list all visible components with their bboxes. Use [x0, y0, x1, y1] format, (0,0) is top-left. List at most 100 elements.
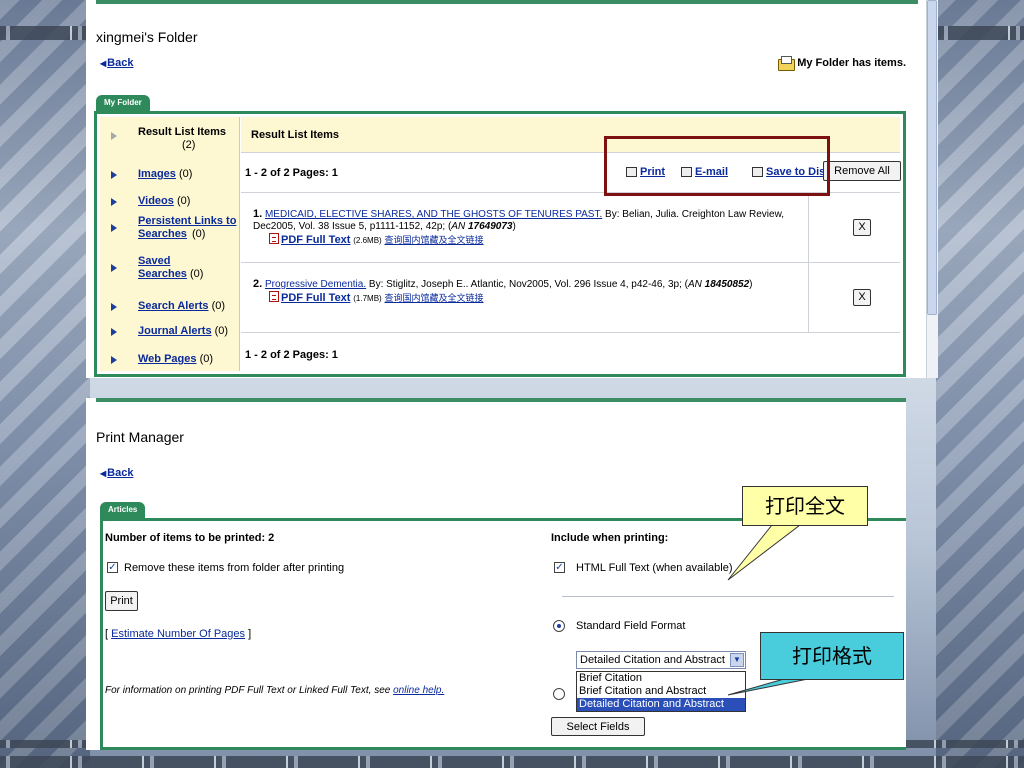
holdings-link[interactable]: 查询国内馆藏及全文链接: [384, 293, 483, 303]
pdf-full-text-link[interactable]: PDF Full Text: [281, 292, 350, 304]
film-strip-decor: [0, 26, 90, 40]
column-divider: [808, 263, 809, 333]
table-row: 1. MEDICAID, ELECTIVE SHARES, AND THE GH…: [241, 193, 900, 263]
info-text-body: For information on printing PDF Full Tex…: [105, 685, 394, 696]
folder-icon: [777, 56, 796, 71]
sidebar-item-label: Result List Items: [138, 126, 227, 138]
include-label: Include when printing:: [551, 532, 669, 544]
html-full-text-label: HTML Full Text (when available): [576, 562, 733, 574]
panel-top-rule: [96, 0, 918, 4]
sidebar-item-label[interactable]: Saved Searches: [138, 255, 188, 281]
record-title-link[interactable]: MEDICAID, ELECTIVE SHARES, AND THE GHOST…: [265, 209, 602, 220]
html-full-text-checkbox[interactable]: ✓: [554, 562, 565, 573]
folder-sidebar: Result List Items (2) Images (0) Videos …: [100, 117, 240, 371]
holdings-link[interactable]: 查询国内馆藏及全文链接: [384, 235, 483, 245]
record-citation: 2. Progressive Dementia. By: Stiglitz, J…: [253, 278, 793, 305]
triangle-icon: [111, 264, 117, 272]
citation-close: ): [512, 221, 516, 232]
remove-all-button[interactable]: Remove All: [823, 161, 901, 181]
pdf-full-text-link[interactable]: PDF Full Text: [281, 234, 350, 246]
sidebar-item-label[interactable]: Web Pages: [138, 353, 197, 365]
standard-format-radio[interactable]: [553, 620, 565, 632]
sidebar-item-persistent-links[interactable]: Persistent Links to Searches (0): [100, 215, 240, 241]
triangle-icon: [111, 356, 117, 364]
sidebar-item-web-pages[interactable]: Web Pages (0): [100, 353, 240, 365]
record-links: PDF Full Text (2.6MB) 查询国内馆藏及全文链接: [253, 233, 793, 247]
folder-status: My Folder has items.: [777, 56, 906, 71]
dropdown-option[interactable]: Brief Citation: [577, 672, 745, 685]
citation-close: ): [749, 279, 753, 290]
accession-label: AN: [687, 279, 702, 290]
record-number: 2.: [253, 278, 263, 290]
result-list-footer: 1 - 2 of 2 Pages: 1: [241, 333, 900, 375]
accession-label: AN: [451, 221, 466, 232]
sidebar-item-journal-alerts[interactable]: Journal Alerts (0): [100, 325, 240, 337]
film-strip-decor: [0, 756, 1024, 768]
tab-articles[interactable]: Articles: [100, 502, 146, 518]
background-decor-right: [936, 0, 1024, 768]
sidebar-item-videos[interactable]: Videos (0): [100, 195, 240, 207]
record-title-link[interactable]: Progressive Dementia.: [265, 279, 366, 290]
triangle-icon: [111, 198, 117, 206]
pagination-text: 1 - 2 of 2 Pages: 1: [245, 349, 338, 361]
format-select-value: Detailed Citation and Abstract: [580, 654, 725, 666]
sidebar-item-result-list[interactable]: Result List Items (2): [100, 126, 240, 151]
dropdown-option-selected[interactable]: Detailed Citation and Abstract: [577, 698, 745, 711]
remove-item-button[interactable]: X: [853, 219, 871, 236]
print-button[interactable]: Print: [105, 591, 138, 611]
back-arrow-icon: ◀: [100, 59, 107, 68]
divider: [562, 596, 894, 597]
remove-items-checkbox[interactable]: ✓: [107, 562, 118, 573]
select-fields-radio[interactable]: [553, 688, 565, 700]
callout-print-format: 打印格式: [760, 632, 904, 680]
dropdown-option[interactable]: Brief Citation and Abstract: [577, 685, 745, 698]
sidebar-item-search-alerts[interactable]: Search Alerts (0): [100, 300, 240, 312]
vertical-scrollbar[interactable]: [926, 0, 938, 378]
remove-item-button[interactable]: X: [853, 289, 871, 306]
print-manager-panel: Print Manager ◀Back Articles Number of i…: [86, 398, 906, 750]
sidebar-item-label[interactable]: Images: [138, 168, 176, 180]
online-help-link[interactable]: online help.: [393, 685, 444, 696]
tab-my-folder[interactable]: My Folder: [96, 95, 150, 111]
sidebar-item-label[interactable]: Search Alerts: [138, 300, 209, 312]
items-count-label: Number of items to be printed: 2: [105, 532, 275, 544]
record-number: 1.: [253, 208, 263, 220]
sidebar-item-label[interactable]: Journal Alerts: [138, 325, 212, 337]
callout-print-full-text: 打印全文: [742, 486, 868, 526]
sidebar-item-count: (0): [178, 168, 193, 180]
pagination-text: 1 - 2 of 2 Pages: 1: [245, 167, 338, 179]
column-divider: [808, 193, 809, 263]
record-citation-text: By: Stiglitz, Joseph E.. Atlantic, Nov20…: [366, 279, 688, 290]
sidebar-item-saved-searches[interactable]: Saved Searches (0): [100, 255, 240, 281]
panel-top-rule: [96, 398, 906, 402]
chevron-down-icon[interactable]: ▼: [730, 653, 744, 667]
record-links: PDF Full Text (1.7MB) 查询国内馆藏及全文链接: [253, 291, 793, 305]
page-title: xingmei's Folder: [96, 29, 198, 45]
triangle-icon: [111, 303, 117, 311]
estimate-pages-link[interactable]: Estimate Number Of Pages: [111, 628, 245, 640]
record-citation: 1. MEDICAID, ELECTIVE SHARES, AND THE GH…: [253, 208, 793, 247]
page-title: Print Manager: [96, 429, 184, 445]
sidebar-item-count: (2): [182, 139, 196, 151]
sidebar-item-count: (0): [214, 325, 229, 337]
sidebar-item-count: (0): [211, 300, 226, 312]
sidebar-item-count: (0): [192, 228, 206, 240]
back-link[interactable]: ◀Back: [100, 57, 133, 69]
sidebar-item-count: (0): [199, 353, 214, 365]
background-decor-left: [0, 0, 90, 768]
back-link-label: Back: [107, 57, 134, 69]
pdf-icon: [269, 233, 279, 244]
back-link[interactable]: ◀Back: [100, 467, 133, 479]
estimate-suffix: ]: [245, 628, 252, 640]
pdf-icon: [269, 291, 279, 302]
sidebar-item-images[interactable]: Images (0): [100, 168, 240, 180]
sidebar-item-label[interactable]: Persistent Links to Searches: [138, 215, 238, 241]
format-select[interactable]: Detailed Citation and Abstract ▼: [576, 651, 746, 669]
accession-number: 18450852: [704, 279, 750, 290]
sidebar-item-count: (0): [176, 195, 191, 207]
sidebar-item-label[interactable]: Videos: [138, 195, 174, 207]
standard-format-label: Standard Field Format: [576, 620, 686, 632]
format-dropdown-list: Brief Citation Brief Citation and Abstra…: [576, 671, 746, 712]
scrollbar-thumb[interactable]: [927, 0, 937, 315]
select-fields-button[interactable]: Select Fields: [551, 717, 645, 736]
